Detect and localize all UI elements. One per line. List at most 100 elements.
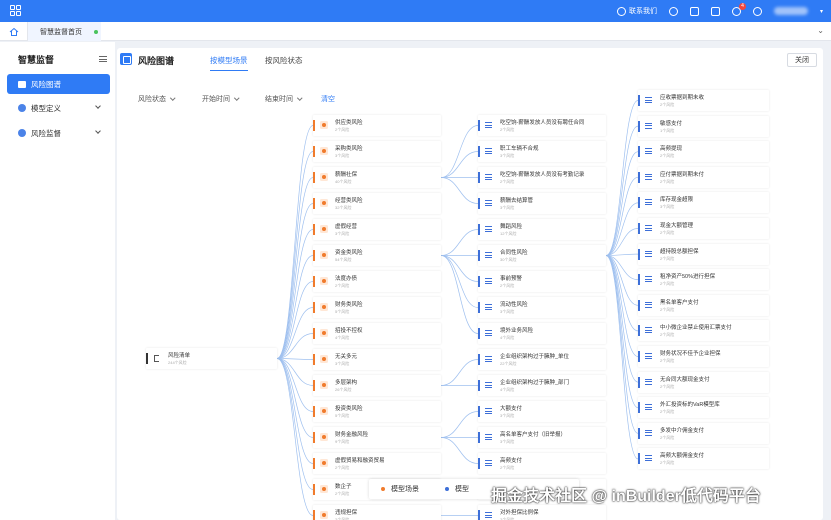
tree-node-model[interactable]: 事前预警 2个风险 (478, 271, 606, 292)
contact-us-button[interactable]: 联系我们 (616, 6, 657, 16)
tree-node-model[interactable]: 外汇投资标的VaR模型库 2个风险 (638, 397, 769, 419)
tree-node-model[interactable]: 境外业务风险 4个风险 (478, 323, 606, 344)
node-risk-count: 3个风险 (335, 231, 350, 236)
model-list-icon (645, 276, 652, 283)
node-risk-count: 3个风险 (500, 413, 515, 418)
model-list-icon (485, 122, 492, 128)
app-grid-icon[interactable] (10, 5, 21, 16)
tree-node-scene[interactable]: 虚假贸易和融资贸易 2个风险 (313, 453, 441, 474)
sidebar-collapse-icon[interactable] (99, 56, 107, 62)
tree-node-model[interactable]: 黑名单客户支付 2个风险 (638, 294, 769, 316)
node-accent-bar (638, 274, 640, 286)
tree-node-model[interactable]: 财务状况不佳予企业担保 2个风险 (638, 346, 769, 367)
tree-node-model[interactable]: 多发中介佣金支付 2个风险 (638, 422, 769, 444)
home-button[interactable] (0, 22, 28, 41)
scene-icon (320, 173, 328, 181)
model-list-icon (645, 148, 652, 155)
node-risk-count: 32个风险 (335, 205, 352, 210)
node-accent-bar (478, 120, 480, 131)
tree-node-scene[interactable]: 法度办债 2个风险 (313, 271, 441, 292)
user-menu-chevron-icon[interactable]: ▾ (820, 8, 823, 15)
sidebar-item-risk-graph[interactable]: 风险图谱 (7, 74, 110, 94)
node-risk-count: 22个风险 (500, 361, 517, 366)
network-icon[interactable] (689, 6, 699, 16)
tree-node-scene[interactable]: 招投不控权 4个风险 (313, 323, 441, 344)
node-title: 财务类风险 (335, 302, 363, 308)
tree-link (440, 229, 479, 256)
tree-node-root[interactable]: 风险清单 244个风险 (146, 348, 277, 369)
node-risk-count: 2个风险 (335, 127, 350, 132)
scene-icon (320, 433, 328, 441)
node-accent-bar (638, 453, 640, 465)
tree-node-model[interactable]: 吃空饷-薪酬发放人员没有考勤记录 2个风险 (478, 167, 606, 188)
tree-node-model[interactable]: 现金大额管理 2个风险 (638, 218, 769, 239)
tree-node-scene[interactable]: 违规担保 2个风险 (313, 505, 441, 520)
tree-node-model[interactable]: 吃空饷-薪酬发放人员没有聘任合同 2个风险 (478, 115, 606, 136)
tree-node-scene[interactable]: 无关多元 3个风险 (313, 349, 441, 370)
tree-node-model[interactable]: 企业组织架构过于臃肿_部门 4个风险 (478, 375, 606, 396)
tree-node-model[interactable]: 高频支付 2个风险 (478, 453, 606, 474)
tree-node-model[interactable]: 大额支付 3个风险 (478, 401, 606, 422)
tree-node-scene[interactable]: 财务金融风险 9个风险 (313, 427, 441, 448)
node-title: 吃空饷-薪酬发放人员没有聘任合同 (500, 120, 585, 126)
sidebar-item-model-definition[interactable]: 模型定义 (7, 98, 110, 118)
tree-node-scene[interactable]: 薪酬社保 40个风险 (313, 167, 441, 188)
contact-us-label: 联系我们 (628, 8, 657, 15)
tab-smart-supervision-home[interactable]: 智慧监督首页 (28, 22, 101, 41)
notification-icon[interactable]: 4 (731, 2, 746, 16)
tree-node-scene[interactable]: 供应类风险 2个风险 (313, 115, 441, 136)
model-list-icon (645, 353, 652, 359)
tree-node-model[interactable]: 敏感支付 1个风险 (638, 115, 769, 137)
legend-label: 模型场景 (391, 486, 419, 493)
node-risk-count: 2个风险 (500, 127, 515, 132)
legend-item-model-scene[interactable]: 模型场景 (381, 484, 419, 494)
tree-node-model[interactable]: 租净资产50%进行担保 2个风险 (638, 269, 769, 291)
tree-link (276, 229, 314, 359)
tree-node-model[interactable]: 高频提现 2个风险 (638, 141, 769, 163)
node-risk-count: 2个风险 (660, 306, 675, 312)
model-list-icon (645, 250, 652, 257)
tree-node-scene[interactable]: 投资类风险 5个风险 (313, 401, 441, 422)
tree-node-model[interactable]: 合同性风险 30个风险 (478, 245, 606, 266)
node-risk-count: 54个风险 (335, 257, 352, 262)
node-risk-count: 2个风险 (660, 230, 675, 235)
tree-node-model[interactable]: 无合同大额现金支付 2个风险 (638, 371, 769, 393)
tree-node-model[interactable]: 对外担保比例保 2个风险 (478, 505, 606, 520)
legend-item-model[interactable]: 模型 (445, 484, 469, 494)
location-icon[interactable] (752, 6, 762, 16)
sidebar-item-risk-supervision[interactable]: 风险监督 (7, 123, 110, 143)
mail-icon[interactable] (710, 6, 720, 16)
tree-node-scene[interactable]: 资金类风险 54个风险 (313, 245, 441, 266)
node-title: 风险清单 (168, 353, 191, 359)
node-accent-bar (478, 380, 480, 391)
user-name-blurred[interactable] (773, 7, 808, 15)
phone-icon (616, 6, 626, 16)
tree-node-model[interactable]: 薪酬去结算管 3个风险 (478, 193, 606, 214)
tree-node-model[interactable]: 高名单客户支付（旧举报） 3个风险 (478, 427, 606, 448)
tree-node-scene[interactable]: 多层架构 26个风险 (313, 375, 441, 396)
node-accent-bar (313, 510, 315, 520)
node-accent-bar (478, 172, 480, 183)
tree-node-scene[interactable]: 财务类风险 5个风险 (313, 297, 441, 318)
tree-node-model[interactable]: 应收票据到期未收 2个风险 (638, 90, 769, 111)
theme-icon[interactable] (668, 6, 678, 16)
tab-overflow-chevron-icon[interactable]: ⌄ (817, 26, 824, 35)
tree-node-model[interactable]: 高频大额佣金支付 2个风险 (638, 448, 769, 470)
tree-node-scene[interactable]: 虚假经营 3个风险 (313, 219, 441, 240)
node-risk-count: 3个风险 (660, 204, 675, 210)
tree-node-model[interactable]: 应付票据到期未付 2个风险 (638, 166, 769, 188)
tree-node-model[interactable]: 中小微企业禁止使用汇票支付 2个风险 (638, 320, 769, 342)
node-risk-count: 2个风险 (335, 491, 350, 496)
model-list-icon (485, 460, 492, 466)
node-accent-bar (313, 302, 315, 313)
tree-node-model[interactable]: 舞蹈风险 12个风险 (478, 219, 606, 240)
tree-node-model[interactable]: 库存现金超限 3个风险 (638, 192, 769, 214)
tree-link (440, 255, 479, 308)
tree-node-model[interactable]: 职工车辆不合规 3个风险 (478, 141, 606, 162)
tree-node-model[interactable]: 超持股总额担保 2个风险 (638, 243, 769, 265)
node-accent-bar (478, 198, 480, 209)
tree-node-model[interactable]: 企业组织架构过于臃肿_单位 22个风险 (478, 349, 606, 370)
tree-node-model[interactable]: 流动性风险 3个风险 (478, 297, 606, 318)
tree-node-scene[interactable]: 采购类风险 3个风险 (313, 141, 441, 162)
tree-node-scene[interactable]: 经营类风险 32个风险 (313, 193, 441, 214)
